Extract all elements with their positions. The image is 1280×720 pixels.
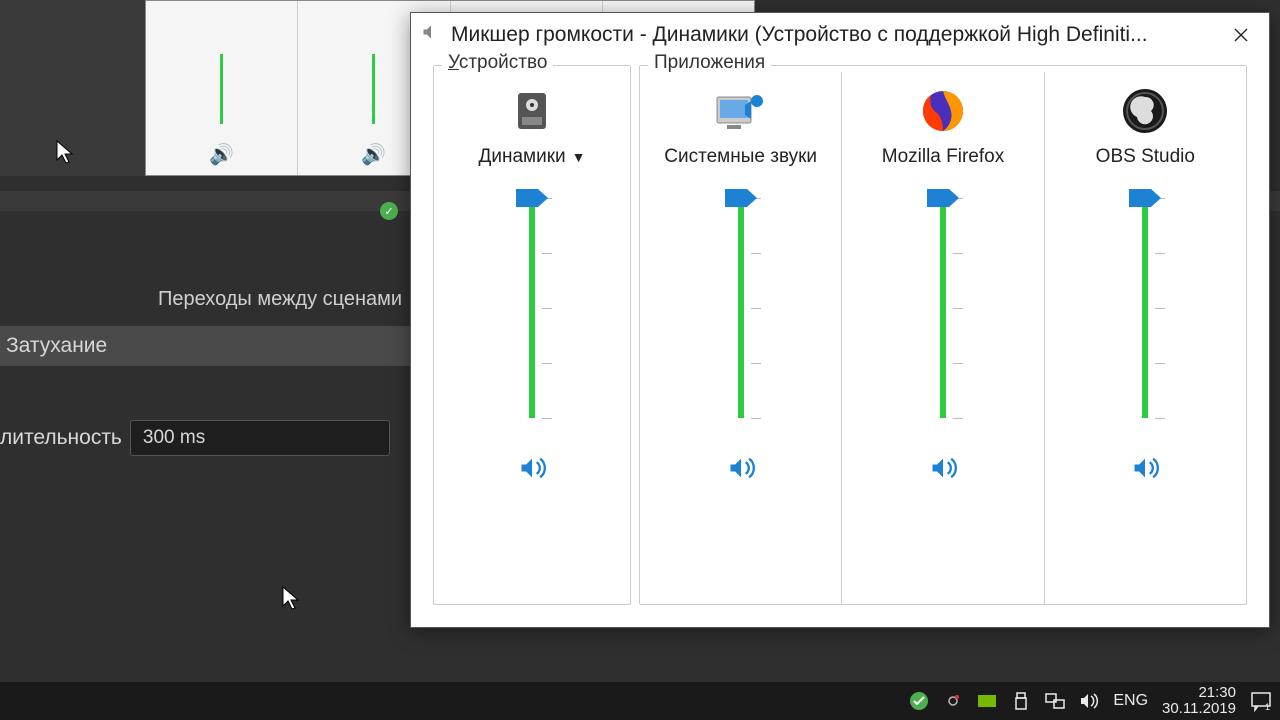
app-label[interactable]: Системные звуки <box>664 146 817 168</box>
chevron-down-icon: ▼ <box>572 149 586 165</box>
tray-nvidia-icon[interactable] <box>977 691 997 711</box>
obs-transitions-header: Переходы между сценами <box>158 288 402 311</box>
tray-date: 30.11.2019 <box>1162 701 1236 718</box>
app-label[interactable]: OBS Studio <box>1096 146 1195 168</box>
mixer-column-firefox: Mozilla Firefox <box>842 72 1044 604</box>
tray-clock[interactable]: 21:30 30.11.2019 <box>1162 685 1236 718</box>
tray-status-ok-icon[interactable] <box>909 691 929 711</box>
volume-mixer-window: Микшер громкости - Динамики (Устройство … <box>410 12 1270 628</box>
app-label[interactable]: Mozilla Firefox <box>882 146 1004 168</box>
mixer-titlebar[interactable]: Микшер громкости - Динамики (Устройство … <box>411 13 1269 57</box>
tray-network-icon[interactable] <box>1045 691 1065 711</box>
mute-button-system-sounds[interactable] <box>721 448 761 488</box>
close-button[interactable] <box>1219 13 1263 57</box>
volume-slider-obs[interactable] <box>1125 198 1165 418</box>
mixer-title: Микшер громкости - Динамики (Устройство … <box>451 23 1219 47</box>
tray-time: 21:30 <box>1162 685 1236 702</box>
device-dropdown[interactable]: Динамики▼ <box>478 146 585 168</box>
volume-slider-device[interactable] <box>512 198 552 418</box>
volume-slider-firefox[interactable] <box>923 198 963 418</box>
mixer-column-obs: OBS Studio <box>1045 72 1246 604</box>
tray-language[interactable]: ENG <box>1113 692 1148 710</box>
mute-button-obs[interactable] <box>1125 448 1165 488</box>
svg-text:1: 1 <box>1265 702 1270 712</box>
system-sounds-icon[interactable] <box>715 84 767 138</box>
system-tray: ENG 21:30 30.11.2019 1 <box>909 685 1272 718</box>
tray-notifications-icon[interactable]: 1 <box>1250 690 1272 712</box>
device-group: Устройство Динамики▼ <box>433 65 631 605</box>
firefox-icon[interactable] <box>919 84 967 138</box>
obs-duration-input[interactable]: 300 ms <box>130 420 390 456</box>
volume-slider-system-sounds[interactable] <box>721 198 761 418</box>
device-group-label: Устройство <box>442 52 553 74</box>
obs-status-indicator-icon: ✓ <box>380 202 398 220</box>
obs-transition-select[interactable]: Затухание <box>0 326 410 366</box>
applications-group: Приложения Системные звуки <box>639 65 1247 605</box>
apps-group-label: Приложения <box>648 52 771 74</box>
mouse-cursor-icon <box>282 586 300 610</box>
speaker-titlebar-icon <box>421 22 441 48</box>
mouse-cursor-icon <box>56 140 74 164</box>
mute-button-firefox[interactable] <box>923 448 963 488</box>
taskbar[interactable]: ENG 21:30 30.11.2019 1 <box>0 682 1280 720</box>
tray-usb-icon[interactable] <box>1011 691 1031 711</box>
tray-volume-icon[interactable] <box>1079 691 1099 711</box>
tray-obs-icon[interactable] <box>943 691 963 711</box>
obs-duration-label: лительность <box>0 426 122 450</box>
mute-button-device[interactable] <box>512 448 552 488</box>
obs-icon[interactable] <box>1121 84 1169 138</box>
speaker-device-icon[interactable] <box>508 84 556 138</box>
mixer-column-device: Динамики▼ <box>434 72 630 604</box>
mixer-column-system-sounds: Системные звуки <box>640 72 842 604</box>
